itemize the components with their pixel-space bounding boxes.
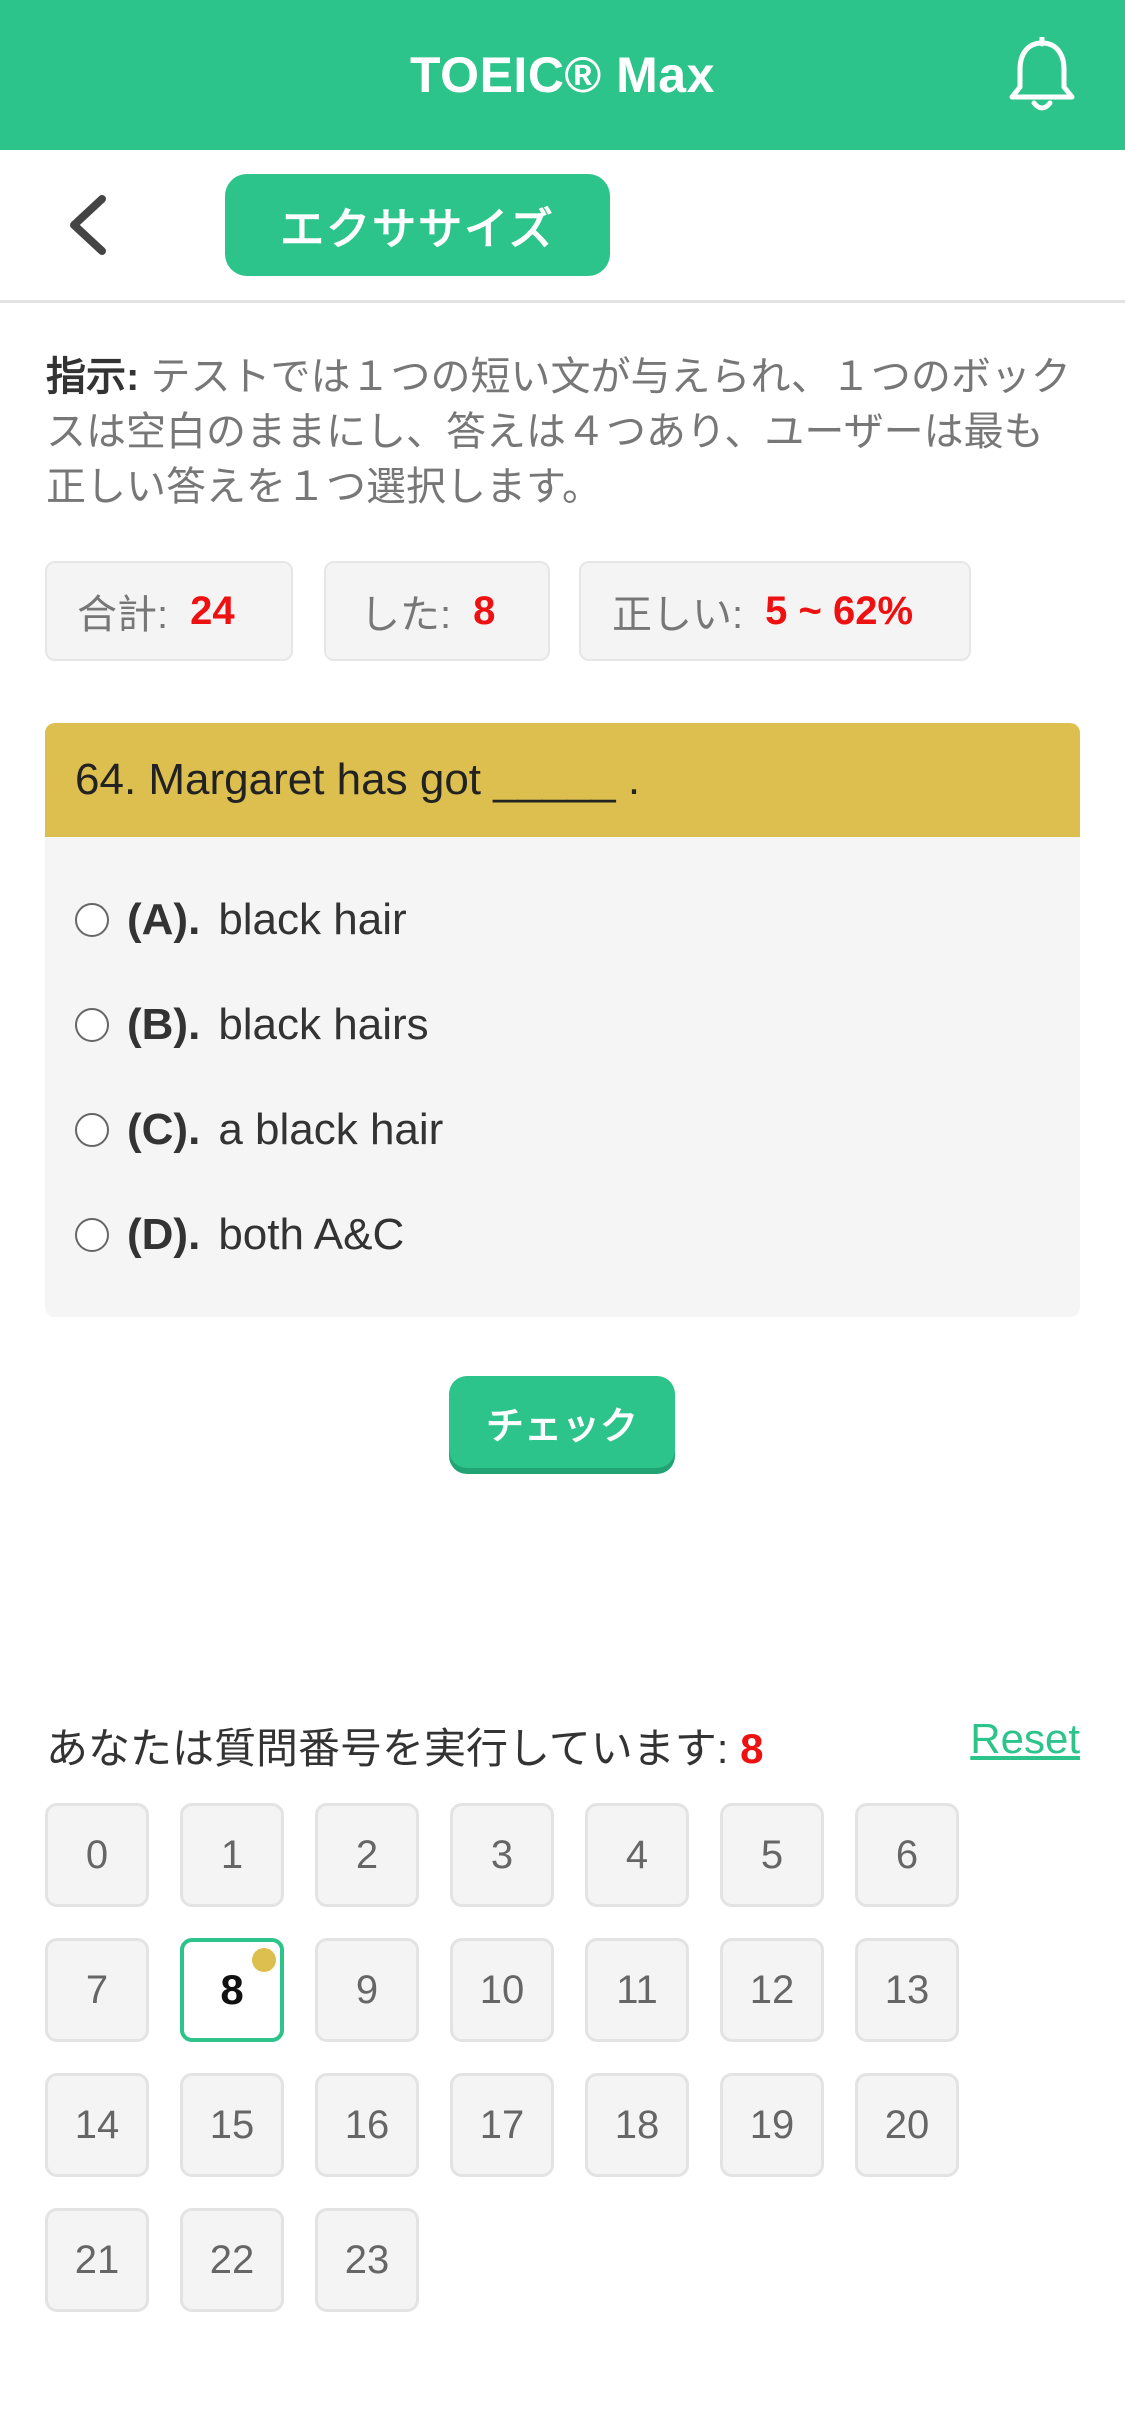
- instructions-label: 指示:: [46, 355, 140, 399]
- stat-done: した: 8: [324, 561, 550, 661]
- app-header: TOEIC® Max: [0, 0, 1125, 150]
- question-number-button[interactable]: 11: [585, 1938, 689, 2042]
- option-a[interactable]: (A). black hair: [75, 880, 407, 960]
- question-number-button[interactable]: 18: [585, 2073, 689, 2177]
- question-number-button[interactable]: 1: [180, 1803, 284, 1907]
- question-number-button[interactable]: 14: [45, 2073, 149, 2177]
- question-number-button[interactable]: 23: [315, 2208, 419, 2312]
- question-number-button[interactable]: 3: [450, 1803, 554, 1907]
- radio-button[interactable]: [75, 1218, 109, 1252]
- option-letter: (D).: [127, 1210, 201, 1259]
- exercise-mode-button[interactable]: エクササイズ: [225, 174, 610, 276]
- question-number-button[interactable]: 20: [855, 2073, 959, 2177]
- current-question-label: あなたは質問番号を実行しています:: [46, 1725, 729, 1772]
- bell-icon[interactable]: [1007, 37, 1077, 113]
- current-question-indicator: あなたは質問番号を実行しています: 8: [46, 1715, 763, 1776]
- option-b[interactable]: (B). black hairs: [75, 985, 429, 1065]
- option-letter: (C).: [127, 1105, 201, 1154]
- question-number-button[interactable]: 9: [315, 1938, 419, 2042]
- question-number-button[interactable]: 15: [180, 2073, 284, 2177]
- stat-correct-value: 5 ~ 62%: [765, 588, 914, 633]
- current-marker-dot: [252, 1948, 276, 1972]
- question-number-button[interactable]: 13: [855, 1938, 959, 2042]
- check-button[interactable]: チェック: [449, 1376, 675, 1468]
- question-text: 64. Margaret has got _____ .: [45, 723, 1080, 837]
- question-number-button[interactable]: 22: [180, 2208, 284, 2312]
- question-number-button[interactable]: 17: [450, 2073, 554, 2177]
- sub-toolbar: エクササイズ: [0, 150, 1125, 303]
- question-number-button[interactable]: 6: [855, 1803, 959, 1907]
- stat-total-label: 合計:: [77, 593, 169, 637]
- chevron-left-icon[interactable]: [62, 193, 118, 257]
- question-card: 64. Margaret has got _____ . (A). black …: [45, 723, 1080, 1317]
- option-letter: (B).: [127, 1000, 201, 1049]
- question-number-button[interactable]: 4: [585, 1803, 689, 1907]
- instructions-text: テストでは１つの短い文が与えられ、１つのボックスは空白のままにし、答えは４つあり…: [46, 355, 1071, 509]
- radio-button[interactable]: [75, 1113, 109, 1147]
- question-number-button[interactable]: 19: [720, 2073, 824, 2177]
- reset-link[interactable]: Reset: [970, 1715, 1080, 1763]
- question-number-label: 8: [220, 1966, 244, 2013]
- question-number-button[interactable]: 12: [720, 1938, 824, 2042]
- question-number-button[interactable]: 0: [45, 1803, 149, 1907]
- question-number-button[interactable]: 10: [450, 1938, 554, 2042]
- stat-total-value: 24: [190, 588, 235, 633]
- current-question-number: 8: [740, 1725, 764, 1772]
- question-number-button-current[interactable]: 8: [180, 1938, 284, 2042]
- option-text: black hairs: [218, 1000, 429, 1049]
- stat-correct-label: 正しい:: [612, 593, 744, 637]
- option-text: black hair: [218, 895, 407, 944]
- radio-button[interactable]: [75, 903, 109, 937]
- question-number-button[interactable]: 16: [315, 2073, 419, 2177]
- stat-total: 合計: 24: [45, 561, 293, 661]
- option-c[interactable]: (C). a black hair: [75, 1090, 443, 1170]
- app-title: TOEIC® Max: [410, 47, 715, 103]
- instructions: 指示: テストでは１つの短い文が与えられ、１つのボックスは空白のままにし、答えは…: [46, 350, 1076, 515]
- stat-correct: 正しい: 5 ~ 62%: [579, 561, 971, 661]
- option-letter: (A).: [127, 895, 201, 944]
- question-number-button[interactable]: 5: [720, 1803, 824, 1907]
- question-number-button[interactable]: 2: [315, 1803, 419, 1907]
- radio-button[interactable]: [75, 1008, 109, 1042]
- option-d[interactable]: (D). both A&C: [75, 1195, 404, 1275]
- question-number-button[interactable]: 7: [45, 1938, 149, 2042]
- question-number-button[interactable]: 21: [45, 2208, 149, 2312]
- option-text: both A&C: [218, 1210, 405, 1259]
- stat-done-label: した:: [360, 593, 452, 637]
- option-text: a black hair: [218, 1105, 444, 1154]
- stat-done-value: 8: [473, 588, 496, 633]
